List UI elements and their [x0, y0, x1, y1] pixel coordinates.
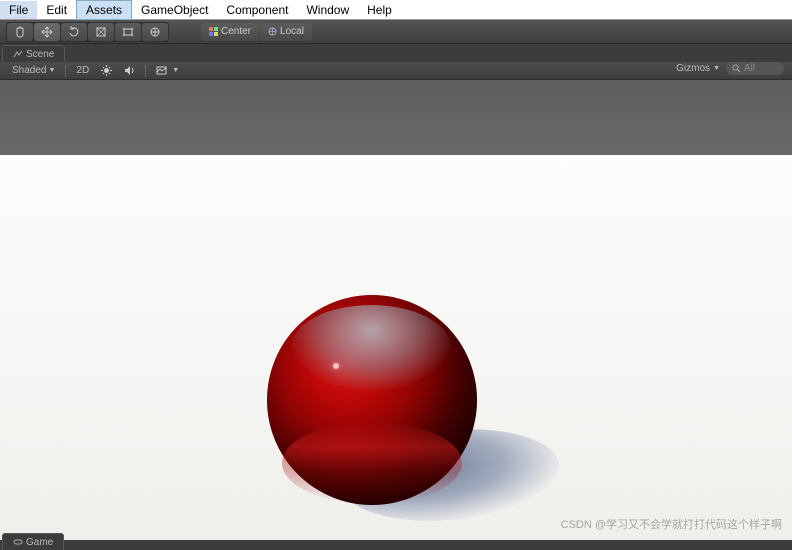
- audio-toggle[interactable]: [118, 65, 141, 76]
- tab-game[interactable]: Game: [2, 533, 64, 550]
- mode-2d-toggle[interactable]: 2D: [70, 65, 95, 76]
- scene-tab-label: Scene: [26, 49, 54, 60]
- scene-tab-icon: [13, 49, 23, 59]
- pivot-center-label: Center: [221, 26, 251, 37]
- pivot-center-button[interactable]: Center: [201, 23, 259, 41]
- panel-tabs: Scene: [0, 44, 792, 62]
- rect-tool[interactable]: [115, 23, 141, 41]
- center-icon: [209, 27, 218, 36]
- scene-toolbar: Shaded ▼ 2D ▼: [0, 62, 792, 80]
- menu-file[interactable]: File: [0, 1, 37, 19]
- chevron-down-icon: ▼: [48, 67, 55, 74]
- menu-assets[interactable]: Assets: [76, 0, 132, 20]
- menu-component[interactable]: Component: [217, 1, 297, 19]
- game-tab-label: Game: [26, 537, 53, 548]
- shading-label: Shaded: [12, 65, 46, 76]
- tab-scene[interactable]: Scene: [2, 45, 65, 62]
- pivot-local-label: Local: [280, 26, 304, 37]
- local-icon: [268, 27, 277, 36]
- transform-tool[interactable]: [142, 23, 168, 41]
- menu-help[interactable]: Help: [358, 1, 401, 19]
- move-tool[interactable]: [34, 23, 60, 41]
- game-tab-icon: [13, 537, 23, 547]
- main-toolbar: Center Local: [0, 20, 792, 44]
- menu-gameobject[interactable]: GameObject: [132, 1, 217, 19]
- gizmos-label: Gizmos: [676, 63, 710, 74]
- gizmos-dropdown[interactable]: Gizmos ▼: [676, 63, 720, 74]
- shading-dropdown[interactable]: Shaded ▼: [6, 65, 61, 76]
- scene-search[interactable]: All: [726, 62, 784, 75]
- pivot-controls: Center Local: [201, 23, 312, 41]
- chevron-down-icon: ▼: [713, 65, 720, 72]
- scale-tool[interactable]: [88, 23, 114, 41]
- fx-dropdown[interactable]: ▼: [150, 65, 185, 76]
- hand-tool[interactable]: [7, 23, 33, 41]
- search-icon: [732, 64, 741, 73]
- scene-viewport[interactable]: [0, 80, 792, 540]
- watermark-text: CSDN @学习又不会学就打打代码这个样子啊: [561, 516, 782, 532]
- pivot-local-button[interactable]: Local: [260, 23, 312, 41]
- chevron-down-icon: ▼: [172, 67, 179, 74]
- main-menu-bar: File Edit Assets GameObject Component Wi…: [0, 0, 792, 20]
- scene-overlay-controls: Gizmos ▼ All: [676, 62, 784, 75]
- separator: [65, 65, 66, 77]
- separator: [145, 65, 146, 77]
- search-placeholder: All: [744, 63, 755, 74]
- lighting-toggle[interactable]: [95, 65, 118, 76]
- rotate-tool[interactable]: [61, 23, 87, 41]
- menu-window[interactable]: Window: [297, 1, 358, 19]
- scene-sphere-object: [267, 295, 477, 505]
- transform-tools: [6, 22, 169, 42]
- menu-edit[interactable]: Edit: [37, 1, 76, 19]
